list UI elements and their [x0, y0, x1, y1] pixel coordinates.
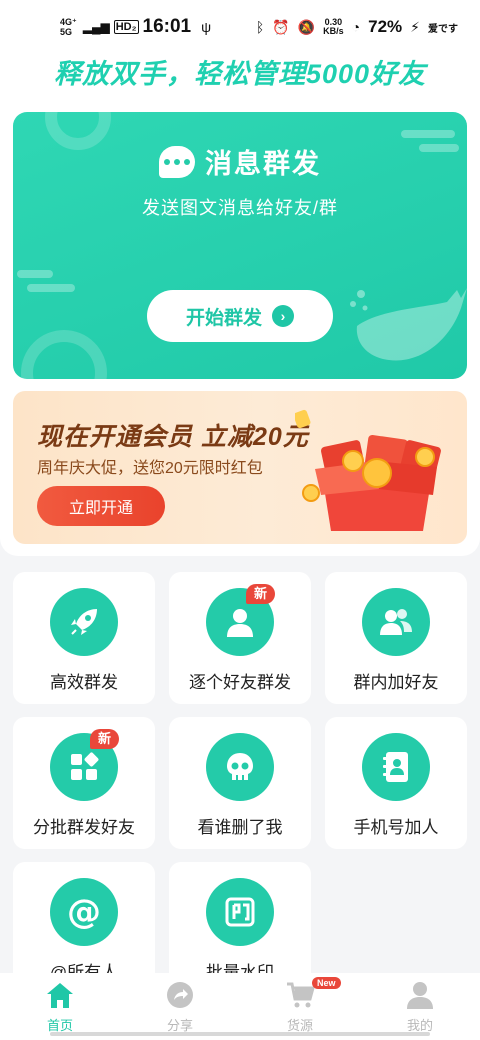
- bottom-nav: 首页 分享 New 货源 我的: [0, 973, 480, 1040]
- contact-book-icon: [362, 733, 430, 801]
- at-icon: @: [50, 878, 118, 946]
- feature-label: 分批群发好友: [33, 818, 135, 837]
- network-speed: 0.30 KB/s: [323, 17, 344, 36]
- wifi-icon: ◔: [351, 19, 361, 35]
- mass-message-banner[interactable]: 消息群发 发送图文消息给好友/群 开始群发 ›: [13, 112, 467, 379]
- rocket-icon: [50, 588, 118, 656]
- vip-promo-banner[interactable]: 现在开通会员 立减20元 周年庆大促，送您20元限时红包 立即开通: [13, 391, 467, 544]
- feature-tile-group-add-friends[interactable]: 群内加好友: [325, 572, 467, 704]
- decor-cloud: [401, 130, 455, 138]
- home-icon: [47, 983, 73, 1008]
- decor-cloud: [27, 284, 75, 292]
- feature-tile-batch-send[interactable]: 新 分批群发好友: [13, 717, 155, 849]
- feature-tile-who-deleted-me[interactable]: 看谁删了我: [169, 717, 311, 849]
- feature-tile-efficient-send[interactable]: 高效群发: [13, 572, 155, 704]
- promo-title: 现在开通会员 立减20元: [37, 423, 309, 451]
- banner-title: 消息群发: [205, 149, 321, 179]
- user-icon: [407, 982, 433, 1009]
- nav-goods-source[interactable]: New 货源: [240, 973, 360, 1040]
- carrier-label: 爱です: [428, 23, 458, 35]
- slogan: 释放双手，轻松管理5000好友: [53, 59, 427, 89]
- status-bar: 4G⁺ 5G ▂▄▆ HD₂ 16:01 ψ ᛒ ⏰ 🔕 0.30 KB/s ◔ 7…: [0, 0, 480, 54]
- cart-icon: [287, 982, 315, 1008]
- mute-icon: 🔕: [297, 18, 316, 35]
- new-badge: 新: [90, 729, 120, 749]
- decor-cloud: [17, 270, 53, 278]
- chevron-right-icon: ›: [272, 305, 294, 327]
- share-icon: [167, 982, 193, 1008]
- feature-tile-one-by-one-send[interactable]: 新 逐个好友群发: [169, 572, 311, 704]
- hd-icon: HD₂: [113, 20, 139, 34]
- group-icon: [362, 588, 430, 656]
- nav-home[interactable]: 首页: [0, 973, 120, 1040]
- activate-now-button[interactable]: 立即开通: [37, 486, 165, 526]
- usb-icon: ψ: [201, 19, 212, 35]
- battery-level: 72%: [368, 17, 403, 36]
- bluetooth-icon: ᛒ: [255, 19, 265, 35]
- charging-icon: ⚡: [410, 18, 420, 35]
- clock: 16:01: [142, 16, 192, 37]
- feature-tile-add-by-phone[interactable]: 手机号加人: [325, 717, 467, 849]
- feature-label: 逐个好友群发: [189, 673, 291, 692]
- start-mass-send-button[interactable]: 开始群发 ›: [147, 290, 333, 342]
- whale-illustration: [350, 288, 467, 361]
- skull-icon: [206, 733, 274, 801]
- new-tag: New: [312, 977, 341, 989]
- red-envelope-gift-icon: [295, 409, 441, 531]
- new-badge: 新: [246, 584, 276, 604]
- feature-label: 群内加好友: [353, 673, 439, 692]
- nav-mine[interactable]: 我的: [360, 973, 480, 1040]
- feature-label: 高效群发: [50, 673, 118, 692]
- banner-subtitle: 发送图文消息给好友/群: [142, 198, 338, 218]
- signal-icon: ▂▄▆: [82, 20, 110, 34]
- stamp-icon: [206, 878, 274, 946]
- promo-subtitle: 周年庆大促，送您20元限时红包: [37, 460, 263, 477]
- home-indicator[interactable]: [50, 1032, 430, 1036]
- alarm-icon: ⏰: [272, 18, 290, 35]
- feature-label: 看谁删了我: [197, 818, 283, 837]
- decor-ring: [21, 330, 107, 379]
- chat-bubble-icon: [159, 145, 195, 178]
- network-indicator: 4G⁺ 5G: [60, 17, 77, 37]
- nav-share[interactable]: 分享: [120, 973, 240, 1040]
- feature-label: 手机号加人: [353, 818, 439, 837]
